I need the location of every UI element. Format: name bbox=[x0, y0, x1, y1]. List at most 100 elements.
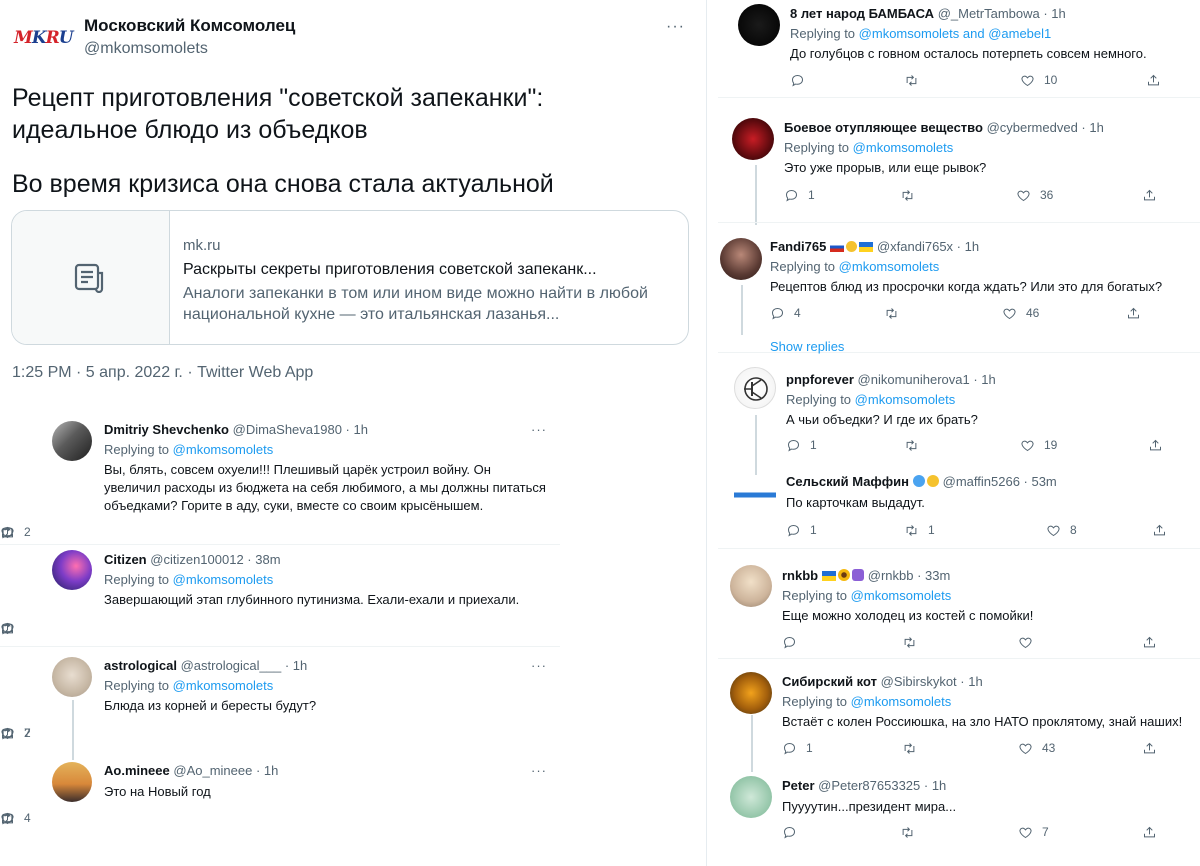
mk-logo[interactable]: MKRU bbox=[14, 28, 74, 48]
avatar[interactable] bbox=[730, 565, 772, 607]
reply-author-handle[interactable]: @Peter87653325 · 1h bbox=[818, 778, 946, 793]
avatar[interactable] bbox=[730, 776, 772, 818]
reply-author-name[interactable]: Сибирский кот bbox=[782, 674, 877, 689]
like-button[interactable]: 7 bbox=[1018, 824, 1049, 840]
account-handle[interactable]: @mkomsomolets bbox=[84, 40, 208, 58]
retweet-button[interactable] bbox=[900, 824, 924, 840]
share-icon bbox=[1142, 825, 1157, 840]
reply-author-name[interactable]: Dmitriy Shevchenko bbox=[104, 422, 229, 437]
share-button[interactable] bbox=[1142, 187, 1157, 203]
reply-author-handle[interactable]: @citizen100012 · 38m bbox=[150, 552, 280, 567]
reply-author-handle[interactable]: @maffin5266 · 53m bbox=[943, 474, 1057, 489]
like-button[interactable]: 10 bbox=[1020, 72, 1057, 88]
replying-to-link[interactable]: @mkomsomolets and @amebel1 bbox=[859, 26, 1052, 41]
reply-header: 8 лет народ БАМБАСА @_MetrTambowa · 1h bbox=[790, 6, 1066, 21]
reply-author-handle[interactable]: @astrological___ · 1h bbox=[181, 658, 308, 673]
tweet-timestamp[interactable]: 1:25 PM · 5 апр. 2022 г. · Twitter Web A… bbox=[12, 364, 313, 382]
share-button[interactable] bbox=[1146, 72, 1161, 88]
avatar[interactable] bbox=[732, 118, 774, 160]
retweet-button[interactable] bbox=[902, 740, 926, 756]
reply-author-name[interactable]: Сельский Маффин bbox=[786, 474, 909, 489]
reply-author-handle[interactable]: @nikomuniherova1 · 1h bbox=[858, 372, 996, 387]
retweet-button[interactable] bbox=[902, 634, 926, 650]
retweet-button[interactable] bbox=[900, 187, 924, 203]
reply-button[interactable] bbox=[782, 634, 806, 650]
replying-to-link[interactable]: @mkomsomolets bbox=[839, 259, 940, 274]
retweet-button[interactable] bbox=[884, 305, 908, 321]
retweet-icon bbox=[904, 73, 919, 88]
replying-to-link[interactable]: @mkomsomolets bbox=[173, 442, 274, 457]
replying-to-link[interactable]: @mkomsomolets bbox=[173, 678, 274, 693]
reply-button[interactable]: 4 bbox=[770, 305, 801, 321]
reply-text: Это уже прорыв, или еще рывок? bbox=[784, 160, 987, 175]
reply-button[interactable]: 1 bbox=[782, 740, 813, 756]
reply-button[interactable]: 1 bbox=[786, 522, 817, 538]
reply-author-handle[interactable]: @_MetrTambowa · 1h bbox=[938, 6, 1066, 21]
share-button[interactable] bbox=[1148, 437, 1163, 453]
account-name[interactable]: Московский Комсомолец bbox=[84, 16, 295, 36]
replying-to-link[interactable]: @mkomsomolets bbox=[855, 392, 956, 407]
reply-author-name[interactable]: Fandi765 bbox=[770, 239, 826, 254]
like-button[interactable]: 36 bbox=[1016, 187, 1053, 203]
share-button[interactable] bbox=[0, 524, 15, 540]
share-button[interactable] bbox=[0, 810, 15, 826]
show-replies-link[interactable]: Show replies bbox=[770, 339, 844, 354]
reply-button[interactable] bbox=[782, 824, 806, 840]
replying-to-link[interactable]: @mkomsomolets bbox=[173, 572, 274, 587]
avatar[interactable] bbox=[734, 486, 776, 504]
card-description: Аналоги запеканки в том или ином виде мо… bbox=[183, 285, 648, 323]
like-button[interactable] bbox=[1018, 634, 1042, 650]
like-button[interactable]: 46 bbox=[1002, 305, 1039, 321]
reply-text: По карточкам выдадут. bbox=[786, 495, 925, 510]
reply-button[interactable]: 1 bbox=[784, 187, 815, 203]
replying-to-link[interactable]: @mkomsomolets bbox=[851, 694, 952, 709]
reply-author-name[interactable]: astrological bbox=[104, 658, 177, 673]
retweet-button[interactable] bbox=[904, 72, 928, 88]
reply-author-name[interactable]: Peter bbox=[782, 778, 815, 793]
reply-author-name[interactable]: rnkbb bbox=[782, 568, 818, 583]
avatar[interactable] bbox=[720, 238, 762, 280]
reply-author-handle[interactable]: @Ao_mineee · 1h bbox=[173, 763, 278, 778]
more-options-icon[interactable]: ··· bbox=[531, 658, 547, 673]
like-count: 7 bbox=[24, 726, 31, 740]
share-button[interactable] bbox=[1152, 522, 1167, 538]
share-icon bbox=[0, 726, 15, 741]
avatar[interactable] bbox=[730, 672, 772, 714]
reply-author-handle[interactable]: @cybermedved · 1h bbox=[987, 120, 1104, 135]
share-button[interactable] bbox=[0, 725, 15, 741]
share-button[interactable] bbox=[1126, 305, 1141, 321]
avatar[interactable] bbox=[734, 367, 776, 409]
reply-author-name[interactable]: Боевое отупляющее вещество bbox=[784, 120, 983, 135]
avatar[interactable] bbox=[52, 762, 92, 802]
share-button[interactable] bbox=[1142, 634, 1157, 650]
share-button[interactable] bbox=[1142, 740, 1157, 756]
share-button[interactable] bbox=[1142, 824, 1157, 840]
reply-author-handle[interactable]: @Sibirskykot · 1h bbox=[881, 674, 983, 689]
avatar[interactable] bbox=[52, 657, 92, 697]
more-options-icon[interactable]: ··· bbox=[666, 18, 685, 36]
reply-header: Боевое отупляющее вещество @cybermedved … bbox=[784, 120, 1104, 135]
retweet-button[interactable]: 1 bbox=[904, 522, 935, 538]
more-options-icon[interactable]: ··· bbox=[531, 422, 547, 437]
like-button[interactable]: 43 bbox=[1018, 740, 1055, 756]
reply-button[interactable]: 1 bbox=[786, 437, 817, 453]
reply-author-name[interactable]: 8 лет народ БАМБАСА bbox=[790, 6, 934, 21]
reply-author-name[interactable]: Citizen bbox=[104, 552, 147, 567]
reply-author-handle[interactable]: @rnkbb · 33m bbox=[868, 568, 951, 583]
reply-button[interactable] bbox=[790, 72, 814, 88]
replying-to-link[interactable]: @mkomsomolets bbox=[853, 140, 954, 155]
reply-author-name[interactable]: pnpforever bbox=[786, 372, 854, 387]
avatar[interactable] bbox=[738, 4, 780, 46]
link-card[interactable]: mk.ru Раскрыты секреты приготовления сов… bbox=[11, 210, 689, 345]
retweet-button[interactable] bbox=[904, 437, 928, 453]
share-button[interactable] bbox=[0, 620, 15, 636]
replying-to-link[interactable]: @mkomsomolets bbox=[851, 588, 952, 603]
like-button[interactable]: 19 bbox=[1020, 437, 1057, 453]
reply-author-name[interactable]: Ao.mineee bbox=[104, 763, 170, 778]
reply-author-handle[interactable]: @DimaSheva1980 · 1h bbox=[233, 422, 368, 437]
like-button[interactable]: 8 bbox=[1046, 522, 1077, 538]
avatar[interactable] bbox=[52, 550, 92, 590]
reply-author-handle[interactable]: @xfandi765x · 1h bbox=[877, 239, 979, 254]
avatar[interactable] bbox=[52, 421, 92, 461]
more-options-icon[interactable]: ··· bbox=[531, 763, 547, 778]
